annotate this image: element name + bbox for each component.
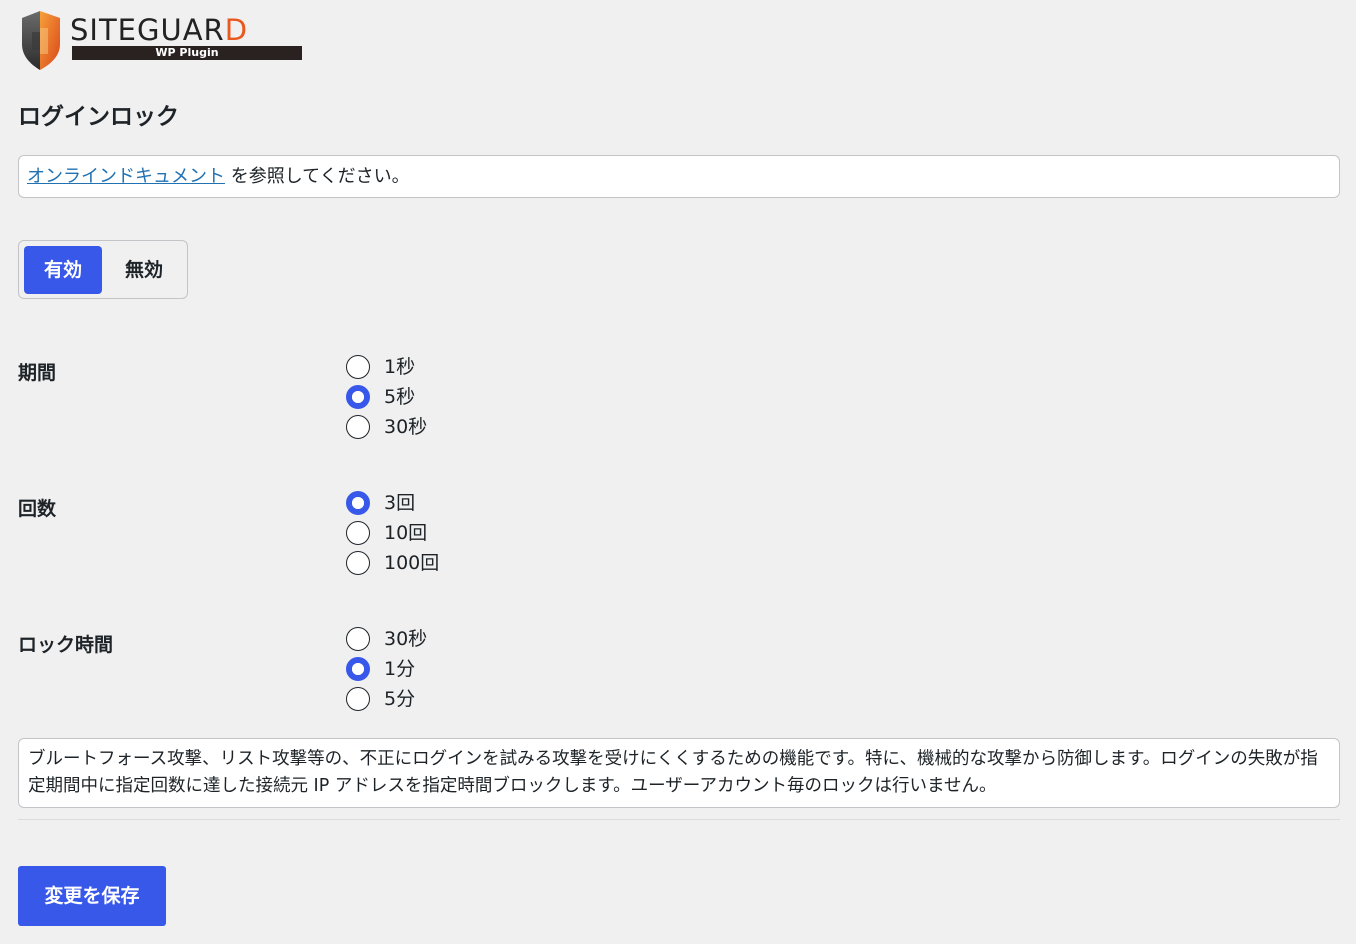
online-documentation-link[interactable]: オンラインドキュメント	[27, 166, 225, 187]
radio-label: 5秒	[384, 386, 416, 408]
lock-time-option-5m[interactable]: 5分	[346, 684, 427, 714]
count-option-100[interactable]: 100回	[346, 548, 439, 578]
radio-label: 1秒	[384, 356, 416, 378]
enable-toggle: 有効 無効	[18, 240, 188, 299]
radio-label: 10回	[384, 522, 428, 544]
radio-label: 30秒	[384, 628, 428, 650]
lock-time-option-1m[interactable]: 1分	[346, 654, 427, 684]
page: SITEGUARD WP Plugin ログインロック オンラインドキュメント …	[0, 0, 1356, 944]
radio-button[interactable]	[346, 521, 370, 545]
shield-icon	[22, 11, 60, 70]
lock-time-label: ロック時間	[18, 634, 114, 656]
logo-subtitle: WP Plugin	[155, 46, 219, 59]
radio-button[interactable]	[346, 385, 370, 409]
logo-wordmark: SITEGUARD	[70, 13, 249, 47]
notice-suffix: を参照してください。	[225, 166, 410, 187]
feature-description: ブルートフォース攻撃、リスト攻撃等の、不正にログインを試みる攻撃を受けにくくする…	[18, 738, 1340, 808]
save-changes-button[interactable]: 変更を保存	[18, 866, 166, 926]
radio-label: 5分	[384, 688, 416, 710]
siteguard-logo: SITEGUARD WP Plugin	[18, 10, 308, 72]
period-radio-group: 1秒 5秒 30秒	[346, 352, 427, 442]
radio-button[interactable]	[346, 627, 370, 651]
documentation-notice: オンラインドキュメント を参照してください。	[18, 155, 1340, 198]
radio-label: 100回	[384, 552, 440, 574]
count-option-10[interactable]: 10回	[346, 518, 439, 548]
period-option-5s[interactable]: 5秒	[346, 382, 427, 412]
radio-button[interactable]	[346, 657, 370, 681]
radio-button[interactable]	[346, 415, 370, 439]
count-label: 回数	[18, 498, 57, 520]
radio-label: 30秒	[384, 416, 428, 438]
radio-button[interactable]	[346, 551, 370, 575]
radio-button[interactable]	[346, 355, 370, 379]
divider	[18, 819, 1340, 820]
count-option-3[interactable]: 3回	[346, 488, 439, 518]
toggle-disabled-button[interactable]: 無効	[107, 246, 181, 294]
period-label: 期間	[18, 362, 57, 384]
period-option-30s[interactable]: 30秒	[346, 412, 427, 442]
lock-time-option-30s[interactable]: 30秒	[346, 624, 427, 654]
radio-label: 3回	[384, 492, 416, 514]
radio-button[interactable]	[346, 491, 370, 515]
period-option-1s[interactable]: 1秒	[346, 352, 427, 382]
count-radio-group: 3回 10回 100回	[346, 488, 439, 578]
toggle-enabled-button[interactable]: 有効	[24, 246, 102, 294]
radio-button[interactable]	[346, 687, 370, 711]
page-title: ログインロック	[18, 104, 179, 130]
radio-label: 1分	[384, 658, 416, 680]
lock-time-radio-group: 30秒 1分 5分	[346, 624, 427, 714]
